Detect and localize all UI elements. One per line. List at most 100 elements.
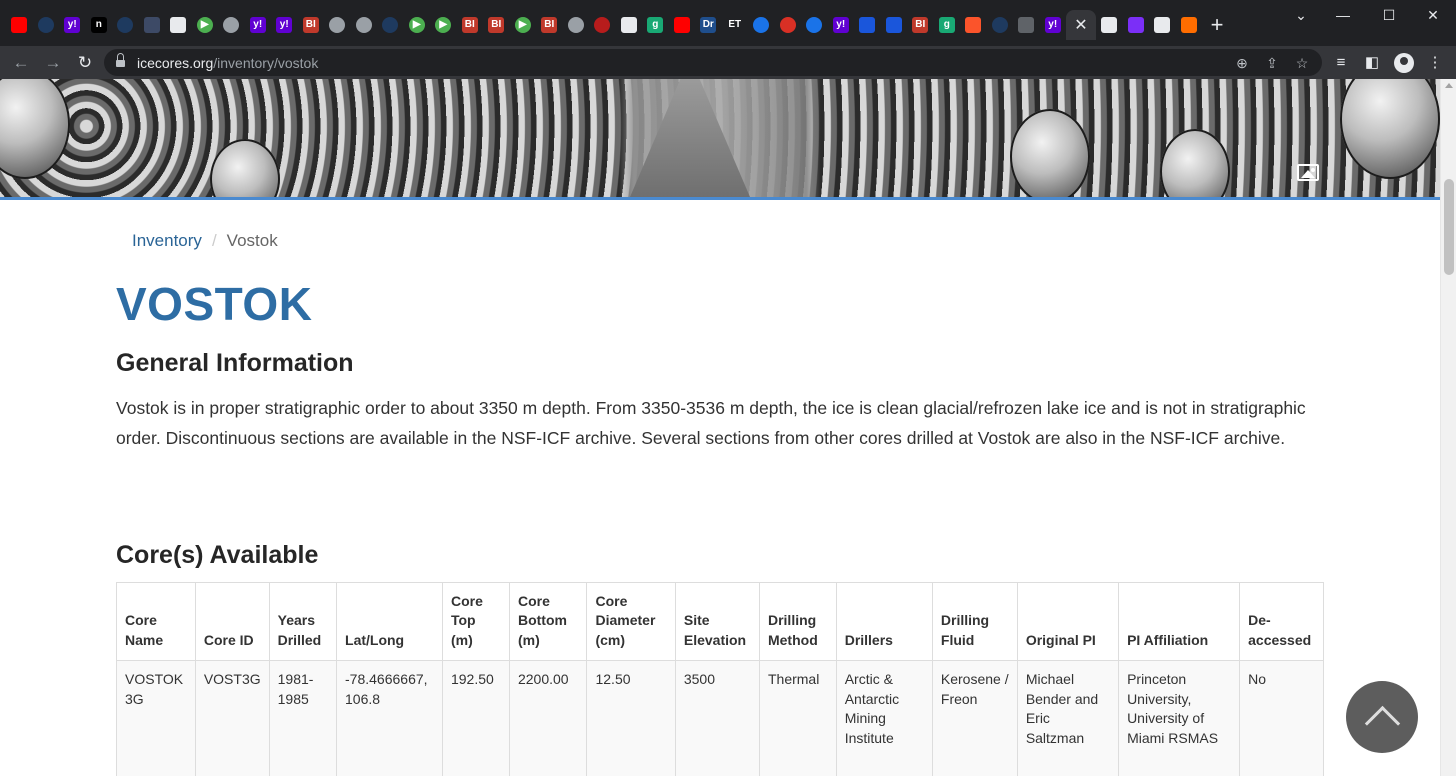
tab-search-button[interactable]: ⌄ [1278,0,1324,30]
table-cell: Michael Bender and Eric Saltzman [1016,660,1120,776]
shield-icon [117,17,134,33]
table-body: VOSTOK 3G VOST3G 1981-1985 -78.4666667, 106… [116,660,1324,776]
table-cell: 192.50 [441,660,510,776]
brave-icon [965,17,982,33]
browser-tab[interactable] [775,10,802,40]
minimize-button[interactable]: — [1320,0,1366,30]
menu-kebab-icon[interactable]: ⋮ [1424,52,1446,74]
zoom-icon[interactable]: ⊕ [1232,53,1252,73]
browser-tab[interactable]: y! [1040,10,1067,40]
browser-tab[interactable] [1176,10,1203,40]
table-cell: 3500 [674,660,760,776]
browser-tab[interactable] [1096,10,1123,40]
browser-tab[interactable]: y! [828,10,855,40]
browser-tab[interactable]: g [934,10,961,40]
browser-tab[interactable] [987,10,1014,40]
browser-tab[interactable]: BI [457,10,484,40]
stack-icon [1180,17,1197,33]
browser-tab[interactable] [801,10,828,40]
breadcrumb-current: Vostok [226,231,278,250]
side-panel-icon[interactable]: ◧ [1361,52,1383,74]
n-icon: n [90,17,107,33]
browser-tab[interactable] [218,10,245,40]
browser-tab[interactable] [960,10,987,40]
browser-tab[interactable] [854,10,881,40]
active-tab[interactable]: ✕ [1066,10,1096,40]
browser-tab[interactable] [881,10,908,40]
breadcrumb-link-inventory[interactable]: Inventory [132,231,202,250]
forward-button[interactable]: → [40,50,66,76]
browser-tab[interactable] [563,10,590,40]
bi-icon: BI [488,17,505,33]
cores-table: Core Name Core ID Years Drilled Lat/Long Cor… [116,582,1324,776]
table-cell: 12.50 [586,660,676,776]
new-tab-button[interactable]: + [1202,12,1232,38]
browser-tab[interactable] [165,10,192,40]
page-viewport: Inventory / Vostok VOSTOK General Informat… [0,79,1440,776]
browser-tab[interactable]: ET [722,10,749,40]
browser-tab[interactable] [1149,10,1176,40]
browser-tab[interactable] [748,10,775,40]
play-icon: ▶ [514,17,531,33]
address-bar[interactable]: icecores.org/inventory/vostok ⊕ ⇪ ☆ [104,49,1322,76]
maximize-button[interactable]: ☐ [1366,0,1412,30]
page-scrollbar[interactable] [1440,79,1456,776]
browser-tab[interactable] [589,10,616,40]
browser-tab[interactable] [1013,10,1040,40]
browser-tab[interactable] [669,10,696,40]
browser-tab[interactable] [324,10,351,40]
scroll-to-top-button[interactable] [1346,681,1418,753]
table-cell: Princeton University, University of Miam… [1118,660,1241,776]
browser-tab[interactable]: BI [536,10,563,40]
browser-tab[interactable]: ▶ [510,10,537,40]
yahoo-icon: y! [276,17,293,33]
url-text[interactable]: icecores.org/inventory/vostok [137,55,318,71]
table-header-cell: Drilling Method [758,582,837,661]
yahoo-icon: y! [832,17,849,33]
browser-tab[interactable]: n [86,10,113,40]
tab-list: y! n ▶ y! y! BI ▶ ▶ BI BI ▶ BI g Dr ET y! BI g y! ✕ + [6,10,1232,40]
table-header-cell: Core Bottom (m) [508,582,588,661]
table-cell: No [1239,660,1324,776]
browser-tab[interactable] [616,10,643,40]
table-cell: Thermal [758,660,837,776]
browser-tab[interactable] [33,10,60,40]
browser-tab[interactable]: ▶ [404,10,431,40]
lock-icon[interactable] [116,53,125,68]
browser-tab[interactable] [377,10,404,40]
browser-tab[interactable]: y! [59,10,86,40]
reload-button[interactable]: ↻ [72,50,98,76]
media-queue-icon[interactable]: ≡ [1330,52,1352,74]
hex-icon [859,17,876,33]
table-header-cell: Core Top (m) [441,582,510,661]
browser-tab[interactable]: BI [298,10,325,40]
browser-tab[interactable]: g [642,10,669,40]
general-information-text: Vostok is in proper stratigraphic order … [116,398,1306,448]
table-row: VOSTOK 3G VOST3G 1981-1985 -78.4666667, 106… [116,660,1324,776]
bookmark-star-icon[interactable]: ☆ [1292,53,1312,73]
back-button[interactable]: ← [8,50,34,76]
close-tab-icon[interactable]: ✕ [1074,15,1087,35]
browser-tab[interactable] [139,10,166,40]
share-icon[interactable]: ⇪ [1262,53,1282,73]
browser-tab[interactable] [6,10,33,40]
browser-tab[interactable]: ▶ [430,10,457,40]
bookmark-icon [143,17,160,33]
image-icon[interactable] [1297,164,1319,181]
scroll-up-arrow-icon[interactable] [1445,83,1453,88]
browser-tab[interactable] [112,10,139,40]
close-window-button[interactable]: ✕ [1410,0,1456,30]
browser-tab[interactable]: y! [271,10,298,40]
browser-tab[interactable] [1123,10,1150,40]
browser-tab[interactable]: ▶ [192,10,219,40]
scroll-thumb[interactable] [1444,179,1454,275]
browser-tab[interactable]: y! [245,10,272,40]
yahoo-icon: y! [1044,17,1061,33]
table-header-cell: Lat/Long [336,582,443,661]
profile-avatar[interactable] [1394,53,1414,73]
browser-tab[interactable]: BI [907,10,934,40]
browser-tab[interactable]: Dr [695,10,722,40]
browser-tab[interactable] [351,10,378,40]
browser-tab[interactable]: BI [483,10,510,40]
burst-icon [594,17,611,33]
